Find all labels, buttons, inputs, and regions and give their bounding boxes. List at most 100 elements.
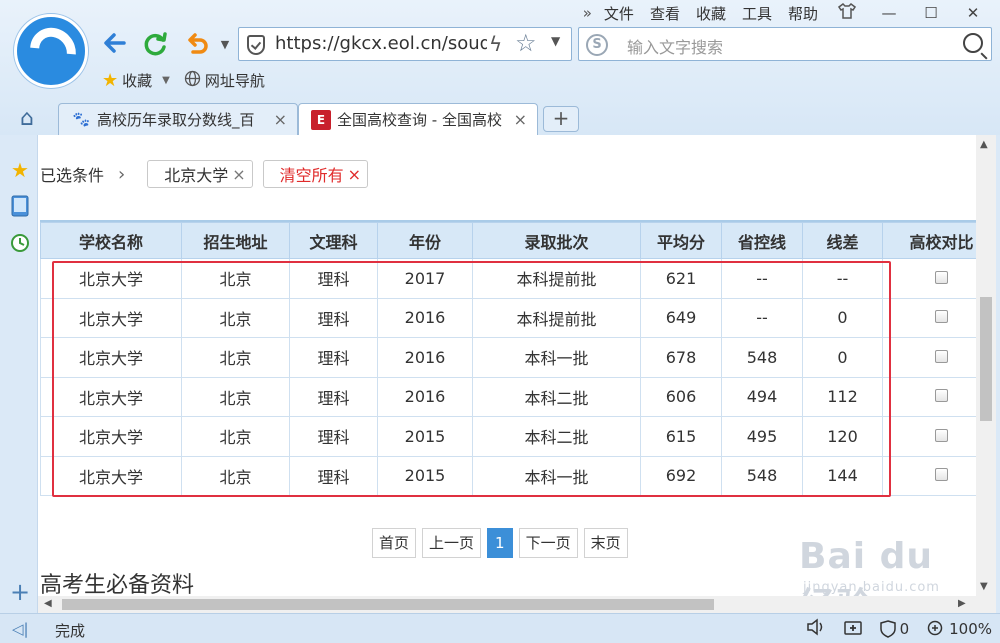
section-heading: 高考生必备资料 (40, 573, 195, 596)
address-dropdown-icon[interactable]: ▼ (551, 34, 560, 48)
more-menu-icon[interactable]: » (583, 4, 592, 22)
cell-location: 北京 (181, 455, 290, 496)
undo-dropdown-icon[interactable]: ▼ (210, 30, 240, 60)
cell-subject: 理科 (289, 258, 378, 299)
back-button[interactable] (100, 30, 130, 60)
tablet-icon[interactable] (9, 195, 31, 217)
clear-all-icon[interactable]: × (348, 165, 361, 184)
compare-checkbox[interactable] (935, 310, 948, 324)
compare-checkbox[interactable] (935, 349, 948, 363)
refresh-button[interactable] (140, 30, 170, 60)
remove-chip-icon[interactable]: × (232, 165, 245, 184)
cell-subject: 理科 (289, 376, 378, 417)
toggle-sidebar-icon[interactable]: ◁| (12, 620, 29, 638)
cell-subject: 理科 (289, 416, 378, 457)
search-engine-icon[interactable]: S (586, 34, 608, 56)
horizontal-scroll-thumb[interactable] (62, 599, 714, 610)
first-page-button[interactable]: 首页 (372, 528, 417, 558)
selected-filters: 已选条件 › 北京大学 × 清空所有 × (40, 160, 378, 188)
vertical-scrollbar[interactable]: ▲ ▼ (976, 135, 996, 596)
cell-subject: 理科 (289, 455, 378, 496)
prev-page-button[interactable]: 上一页 (422, 528, 482, 558)
vertical-scroll-thumb[interactable] (980, 297, 992, 421)
compare-checkbox[interactable] (935, 468, 948, 482)
favorites-button[interactable]: ★ 收藏 ▼ (102, 70, 170, 91)
status-bar: ◁| 完成 0 100% (0, 613, 1000, 643)
filter-chip-school[interactable]: 北京大学 × (147, 160, 253, 188)
url-nav-button[interactable]: 网址导航 (184, 70, 265, 91)
menu-tools[interactable]: 工具 (742, 3, 772, 24)
address-bar[interactable]: https://gkcx.eol.cn/soud ϟ ☆ ▼ (238, 27, 572, 61)
shirt-icon[interactable] (834, 3, 860, 23)
close-window-button[interactable]: ✕ (960, 4, 986, 22)
cell-year: 2015 (377, 455, 473, 496)
clear-all-button[interactable]: 清空所有 × (262, 160, 369, 188)
home-icon[interactable]: ⌂ (20, 106, 34, 131)
tab-baidu[interactable]: 🐾︎ 高校历年录取分数线_百 × (58, 103, 298, 135)
compare-checkbox[interactable] (935, 428, 948, 442)
favorites-label: 收藏 (122, 72, 153, 90)
menu-favorites[interactable]: 收藏 (696, 3, 726, 24)
zoom-control[interactable]: 100% (927, 620, 992, 638)
add-sidebar-icon[interactable]: + (9, 580, 31, 604)
address-url[interactable]: https://gkcx.eol.cn/soud (275, 33, 487, 54)
cell-difference: 0 (802, 337, 883, 378)
col-header-subject[interactable]: 文理科 (289, 222, 378, 259)
col-header-difference[interactable]: 线差 (802, 222, 883, 259)
menu-view[interactable]: 查看 (650, 3, 680, 24)
cell-location: 北京 (181, 337, 290, 378)
search-icon[interactable] (963, 33, 983, 53)
page-content: 已选条件 › 北京大学 × 清空所有 × 学校名称 招生地址 文理科 年份 录取… (38, 135, 976, 596)
tab-gkcx[interactable]: E 全国高校查询 - 全国高校 × (298, 103, 538, 135)
col-header-location[interactable]: 招生地址 (181, 222, 290, 259)
cell-difference: 120 (802, 416, 883, 457)
menu-file[interactable]: 文件 (604, 3, 634, 24)
current-page-button[interactable]: 1 (487, 528, 513, 558)
cell-location: 北京 (181, 297, 290, 338)
favorites-star-icon[interactable]: ★ (9, 159, 31, 181)
search-box[interactable]: S 输入文字搜索 (578, 27, 992, 61)
chevron-down-icon[interactable]: ▼ (162, 75, 170, 86)
next-page-button[interactable]: 下一页 (518, 528, 578, 558)
adblock-counter[interactable]: 0 (879, 620, 909, 638)
score-table: 学校名称 招生地址 文理科 年份 录取批次 平均分 省控线 线差 高校对比 北京… (40, 222, 976, 496)
cell-batch: 本科一批 (472, 337, 641, 378)
cell-location: 北京 (181, 376, 290, 417)
col-header-school[interactable]: 学校名称 (40, 222, 182, 259)
history-clock-icon[interactable] (9, 233, 31, 255)
status-tools: 0 100% (806, 618, 992, 640)
lightning-icon[interactable]: ϟ (489, 32, 502, 56)
col-header-year[interactable]: 年份 (377, 222, 473, 259)
medkit-icon[interactable] (843, 618, 862, 640)
cell-average: 692 (640, 455, 722, 496)
favorite-star-icon[interactable]: ☆ (515, 29, 537, 57)
chevron-right-icon: › (118, 163, 126, 185)
close-tab-icon[interactable]: × (514, 110, 527, 129)
compare-cell (882, 376, 976, 417)
last-page-button[interactable]: 末页 (583, 528, 628, 558)
col-header-compare[interactable]: 高校对比 (882, 222, 976, 259)
compare-checkbox[interactable] (935, 270, 948, 284)
speaker-icon[interactable] (806, 618, 826, 640)
new-tab-button[interactable]: + (543, 106, 579, 132)
undo-close-button[interactable] (182, 30, 212, 60)
maximize-button[interactable]: ☐ (918, 4, 944, 22)
cell-average: 621 (640, 258, 722, 299)
scroll-right-icon[interactable]: ▶ (958, 598, 966, 609)
scroll-up-icon[interactable]: ▲ (980, 139, 988, 150)
minimize-button[interactable]: — (876, 4, 902, 22)
scroll-left-icon[interactable]: ◀ (44, 598, 52, 609)
scroll-down-icon[interactable]: ▼ (980, 581, 988, 592)
compare-cell (882, 416, 976, 457)
menu-help[interactable]: 帮助 (788, 3, 818, 24)
compare-checkbox[interactable] (935, 389, 948, 403)
col-header-batch[interactable]: 录取批次 (472, 222, 641, 259)
close-tab-icon[interactable]: × (274, 110, 287, 129)
cell-school: 北京大学 (40, 376, 182, 417)
col-header-average[interactable]: 平均分 (640, 222, 722, 259)
cell-location: 北京 (181, 258, 290, 299)
horizontal-scrollbar[interactable]: ◀ ▶ (38, 596, 976, 613)
col-header-control-line[interactable]: 省控线 (721, 222, 803, 259)
search-placeholder[interactable]: 输入文字搜索 (627, 34, 723, 58)
status-text: 完成 (55, 622, 86, 640)
